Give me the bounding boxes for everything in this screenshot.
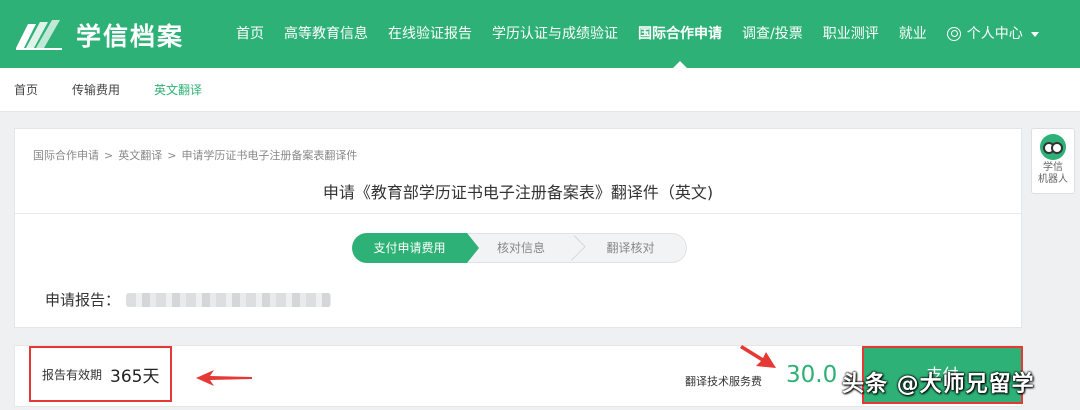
breadcrumb-separator: >: [104, 149, 114, 162]
step-translation-check: 翻译核对: [575, 233, 687, 263]
page-title: 申请《教育部学历证书电子注册备案表》翻译件（英文): [322, 183, 714, 202]
breadcrumb-item[interactable]: 英文翻译: [118, 149, 162, 162]
nav-career-assessment[interactable]: 职业测评: [813, 0, 889, 68]
breadcrumb-current: 申请学历证书电子注册备案表翻译件: [181, 149, 358, 162]
main-nav: 首页 高等教育信息 在线验证报告 学历认证与成绩验证 国际合作申请 调查/投票 …: [226, 0, 1049, 68]
step-pay-fee: 支付申请费用: [352, 233, 479, 263]
fee-label: 翻译技术服务费: [685, 375, 762, 388]
step-label: 支付申请费用: [373, 241, 446, 255]
nav-international-cooperation[interactable]: 国际合作申请: [628, 0, 732, 68]
user-icon: [946, 27, 961, 41]
xuexin-robot-widget[interactable]: 学信 机器人: [1031, 128, 1075, 194]
validity-label: 报告有效期: [42, 367, 103, 382]
user-center-label: 个人中心: [966, 26, 1023, 42]
validity-highlight: 报告有效期 365天: [29, 346, 172, 402]
validity-value: 365天: [110, 366, 160, 387]
fee-value: 30.0: [786, 362, 838, 388]
book-logo-icon: [16, 20, 62, 50]
top-navigation-bar: 学信档案 首页 高等教育信息 在线验证报告 学历认证与成绩验证 国际合作申请 调…: [0, 0, 1080, 68]
step-verify-info: 核对信息: [467, 233, 586, 263]
step-label: 核对信息: [496, 241, 545, 255]
logo[interactable]: 学信档案: [14, 17, 184, 53]
nav-home[interactable]: 首页: [226, 0, 274, 68]
application-card: 国际合作申请 > 英文翻译 > 申请学历证书电子注册备案表翻译件 申请《教育部学历证书电…: [14, 128, 1022, 328]
secondary-nav: 首页 传输费用 英文翻译: [0, 68, 1080, 112]
subnav-home[interactable]: 首页: [14, 81, 38, 98]
breadcrumb-separator: >: [167, 149, 177, 162]
robot-label-line2: 机器人: [1038, 174, 1068, 185]
step-label: 翻译核对: [606, 241, 655, 255]
annotation-arrow-left-icon: [196, 370, 252, 386]
robot-label-line1: 学信: [1043, 162, 1063, 173]
nav-higher-education[interactable]: 高等教育信息: [274, 0, 378, 68]
progress-steps: 支付申请费用 核对信息 翻译核对: [352, 233, 687, 263]
logo-text: 学信档案: [76, 22, 185, 51]
report-label: 申请报告：: [45, 291, 121, 309]
report-row: 申请报告：: [45, 289, 332, 310]
nav-degree-certification[interactable]: 学历认证与成绩验证: [482, 0, 628, 68]
breadcrumb: 国际合作申请 > 英文翻译 > 申请学历证书电子注册备案表翻译件: [33, 147, 357, 163]
robot-icon: [1040, 134, 1066, 160]
nav-employment[interactable]: 就业: [889, 0, 937, 68]
divider: [15, 213, 1021, 214]
subnav-english-translation[interactable]: 英文翻译: [154, 81, 202, 98]
nav-survey-vote[interactable]: 调查/投票: [732, 0, 813, 68]
annotation-arrow-down-right-icon: [740, 345, 776, 368]
chevron-down-icon: [1030, 31, 1039, 37]
subnav-transfer-fee[interactable]: 传输费用: [72, 81, 120, 98]
watermark-text: 头条 @大师兄留学: [842, 372, 1035, 397]
blurred-report-value: [126, 292, 332, 307]
nav-online-verification[interactable]: 在线验证报告: [378, 0, 482, 68]
user-center-menu[interactable]: 个人中心: [937, 0, 1049, 68]
breadcrumb-item[interactable]: 国际合作申请: [33, 149, 99, 162]
